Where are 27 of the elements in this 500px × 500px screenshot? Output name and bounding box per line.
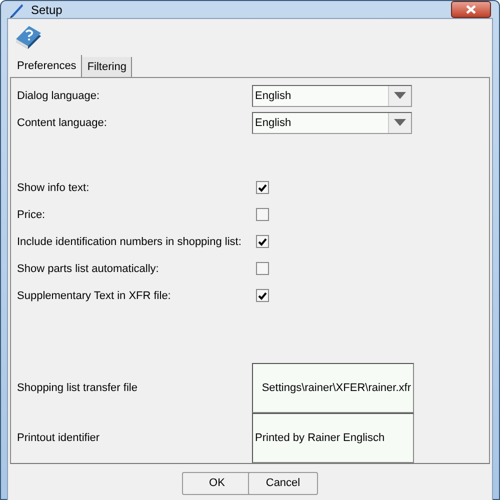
option-label: Include identification numbers in shopping list: xyxy=(17,236,242,248)
option-label: Price: xyxy=(17,208,46,220)
text-field[interactable]: Printed by Rainer Englisch xyxy=(252,413,414,463)
field-label: Printout identifier xyxy=(17,432,101,444)
option-label: Supplementary Text in XFR file: xyxy=(17,290,172,302)
option-label: Show info text: xyxy=(17,182,90,194)
checkbox[interactable] xyxy=(256,235,269,248)
dropdown-arrow-icon xyxy=(394,119,406,126)
field-label: Content language: xyxy=(17,116,108,128)
checkbox[interactable] xyxy=(256,181,269,194)
option-label: Show parts list automatically: xyxy=(17,262,160,274)
close-icon xyxy=(466,5,476,14)
checkbox[interactable] xyxy=(256,289,269,302)
app-icon xyxy=(9,2,25,18)
help-book-icon xyxy=(14,24,42,50)
close-button[interactable] xyxy=(451,1,491,18)
dialog-button[interactable]: Cancel xyxy=(248,472,318,494)
field-label: Dialog language: xyxy=(17,90,101,102)
field-label: Shopping list transfer file xyxy=(17,382,138,394)
checkbox[interactable] xyxy=(256,208,269,221)
dropdown-arrow-icon xyxy=(394,92,406,99)
language-dropdown[interactable]: English xyxy=(252,84,412,106)
checkbox[interactable] xyxy=(256,262,269,275)
window-title: Setup xyxy=(31,2,62,16)
tab[interactable]: Filtering xyxy=(82,57,132,77)
language-dropdown[interactable]: English xyxy=(252,112,412,134)
text-field[interactable]: Settings\rainer\XFER\rainer.xfr xyxy=(252,363,414,413)
